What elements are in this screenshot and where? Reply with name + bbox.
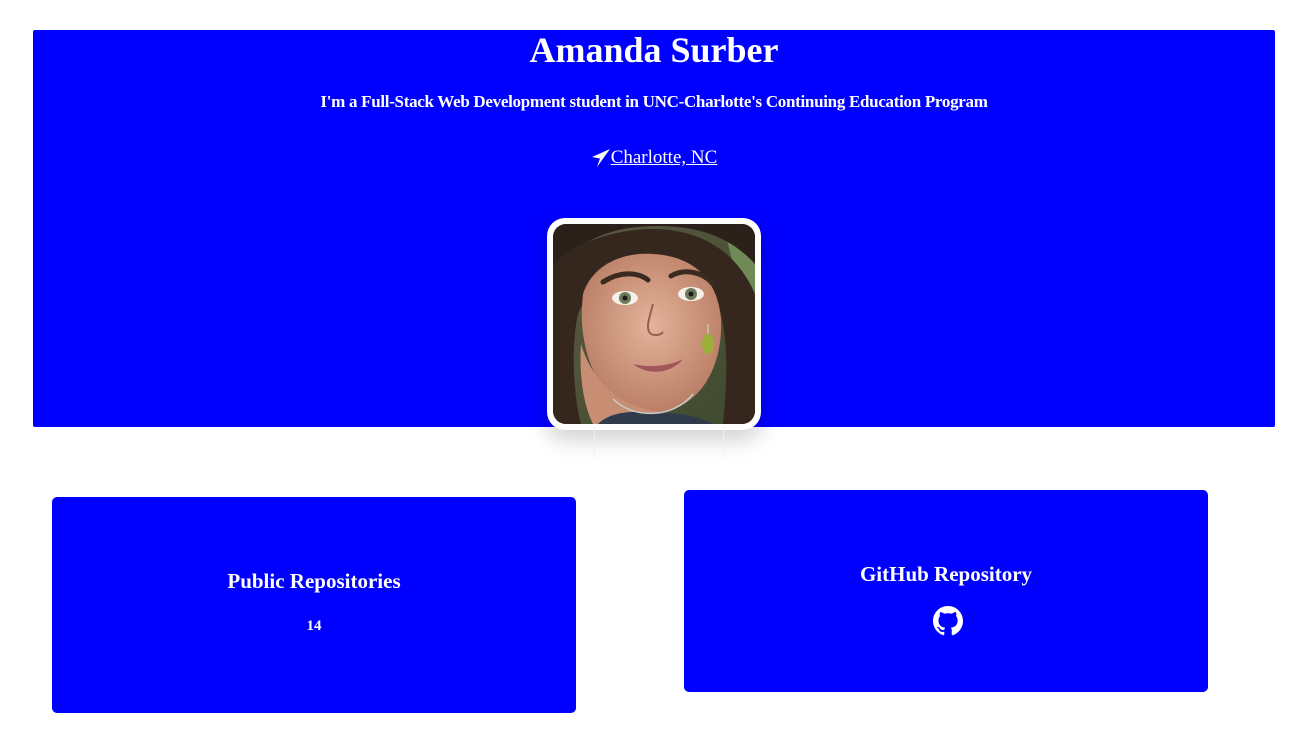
public-repos-title: Public Repositories (227, 569, 401, 593)
public-repos-count: 14 (306, 618, 322, 634)
github-repo-title: GitHub Repository (859, 562, 1033, 586)
github-repo-card[interactable]: GitHub Repository (684, 490, 1208, 692)
location-arrow-icon (591, 148, 611, 168)
avatar (547, 218, 761, 430)
profile-name: Amanda Surber (529, 30, 779, 70)
github-icon[interactable] (933, 606, 963, 636)
location-link[interactable]: Charlotte, NC (611, 147, 718, 169)
avatar-photo (553, 224, 755, 424)
profile-tagline: I'm a Full-Stack Web Development student… (320, 92, 988, 111)
avatar-shadow-gap (594, 427, 724, 457)
location: Charlotte, NC (33, 147, 1275, 169)
public-repos-card: Public Repositories 14 (52, 497, 576, 713)
